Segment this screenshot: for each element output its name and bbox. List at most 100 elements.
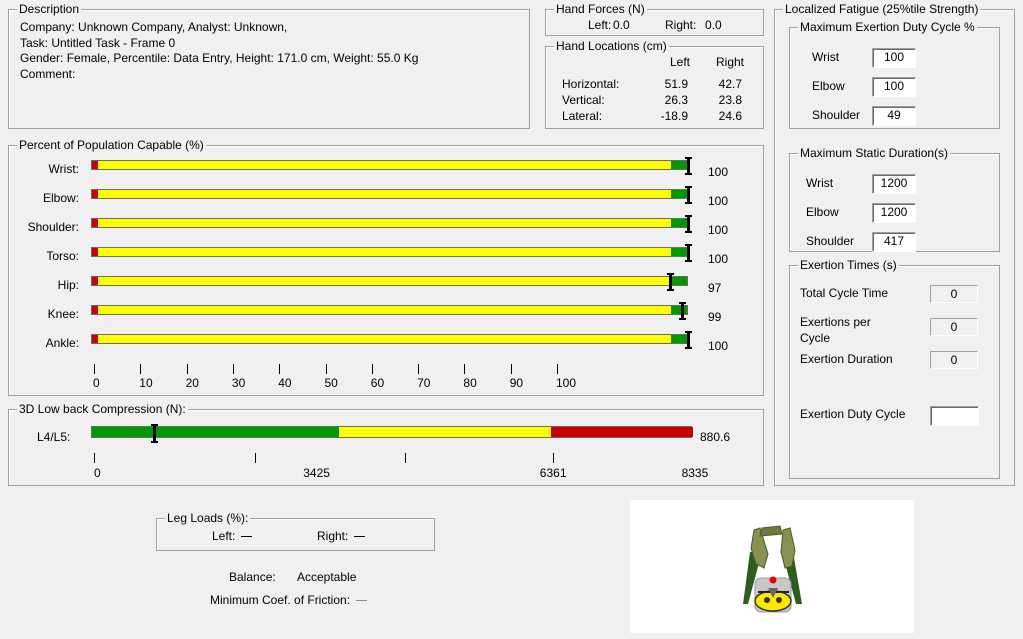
population-group: Percent of Population Capable (%) Wrist:… [8, 138, 764, 396]
population-axis-tick-40 [279, 364, 281, 374]
duty-cycle-group: Maximum Exertion Duty Cycle % Wrist 100 El… [789, 20, 1000, 129]
population-hip-marker [667, 273, 675, 291]
population-wrist-label: Wrist: [48, 162, 79, 176]
compression-axis-tick-1 [254, 453, 256, 463]
population-torso-marker [685, 244, 692, 262]
static-duration-wrist-field[interactable]: 1200 [872, 174, 916, 194]
static-duration-group: Maximum Static Duration(s) Wrist 1200 Elbo… [789, 146, 1000, 252]
static-duration-elbow-field[interactable]: 1200 [872, 203, 916, 223]
leg-load-left-text: Left: [212, 529, 236, 543]
static-duration-shoulder-field[interactable]: 417 [872, 232, 916, 252]
population-ankle-bar [91, 331, 692, 349]
population-axis-tick-70 [418, 364, 420, 374]
hand-location-vertical-left: 26.3 [664, 93, 688, 107]
population-shoulder-marker [685, 215, 692, 233]
population-wrist-marker [685, 157, 692, 175]
duty-cycle-shoulder-field[interactable]: 49 [872, 106, 916, 126]
static-duration-legend: Maximum Static Duration(s) [798, 146, 951, 160]
hand-locations-col-right: Right [715, 55, 744, 69]
duty-cycle-elbow-field[interactable]: 100 [872, 77, 916, 97]
population-knee-marker [679, 302, 687, 320]
population-axis-tick-50 [325, 364, 327, 374]
compression-axis-label-6361: 6361 [539, 466, 567, 480]
description-line-task: Task: Untitled Task - Frame 0 [20, 36, 176, 50]
population-axis-label-50: 50 [324, 376, 338, 390]
population-ankle-value: 100 [708, 339, 729, 353]
hand-forces-legend: Hand Forces (N) [554, 2, 647, 16]
friction-label: Minimum Coef. of Friction: [210, 593, 368, 607]
population-shoulder-bar [91, 215, 692, 233]
population-axis-label-40: 40 [278, 376, 292, 390]
compression-zone-green [92, 427, 339, 437]
population-elbow-zone-green [671, 190, 687, 198]
compression-zone-red [550, 427, 693, 437]
total-cycle-time-field: 0 [930, 285, 978, 303]
population-torso-label: Torso: [46, 249, 79, 263]
hand-locations-legend: Hand Locations (cm) [554, 39, 669, 53]
population-elbow-label: Elbow: [42, 191, 79, 205]
population-hip-zone-yellow [97, 277, 672, 285]
population-wrist-value: 100 [708, 165, 729, 179]
hand-location-lateral-right: 24.6 [718, 109, 742, 123]
compression-zone-yellow [338, 427, 551, 437]
static-duration-wrist-label: Wrist [806, 176, 834, 190]
exertions-per-cycle-field: 0 [930, 318, 978, 336]
fatigue-group: Localized Fatigue (25%tile Strength) Max… [774, 2, 1015, 486]
description-line-comment: Comment: [20, 67, 76, 81]
hand-location-vertical-label: Vertical: [562, 93, 605, 107]
population-torso-zone-yellow [97, 248, 672, 256]
compression-value: 880.6 [700, 430, 731, 444]
population-elbow-marker [685, 186, 692, 204]
population-axis-tick-80 [464, 364, 466, 374]
balance-diagram-panel [630, 500, 914, 633]
leg-load-left-label: Left: [212, 529, 253, 543]
population-axis-label-90: 90 [509, 376, 524, 390]
exertion-duty-cycle-input[interactable] [930, 406, 979, 426]
leg-load-left-empty [241, 536, 253, 538]
duty-cycle-wrist-label: Wrist [812, 50, 840, 64]
exertion-duty-cycle-label: Exertion Duty Cycle [800, 407, 906, 421]
compression-legend: 3D Low back Compression (N): [17, 402, 188, 416]
population-axis-label-10: 10 [139, 376, 153, 390]
population-torso-bar [91, 244, 692, 262]
population-axis-tick-100 [557, 364, 558, 374]
static-duration-shoulder-label: Shoulder [806, 234, 855, 248]
description-line-company: Company: Unknown Company, Analyst: Unkno… [20, 20, 288, 34]
population-hip-zone-green [671, 277, 687, 285]
duty-cycle-wrist-field[interactable]: 100 [872, 48, 916, 68]
exertions-per-cycle-label-1: Exertions per [800, 315, 871, 329]
friction-label-text: Minimum Coef. of Friction: [210, 593, 351, 607]
population-axis-tick-0 [94, 364, 95, 374]
population-axis-tick-60 [371, 364, 373, 374]
compression-axis-label-0: 0 [94, 466, 101, 480]
compression-axis-label-8335: 8335 [681, 466, 709, 480]
hand-location-lateral-label: Lateral: [562, 109, 603, 123]
exertion-duration-field: 0 [930, 351, 978, 369]
leg-load-right-text: Right: [317, 529, 349, 543]
hand-location-horizontal-right: 42.7 [718, 77, 742, 91]
hand-location-horizontal-label: Horizontal: [562, 77, 620, 91]
compression-axis-tick-3 [552, 453, 554, 463]
population-elbow-bar [91, 186, 692, 204]
population-shoulder-value: 100 [708, 223, 729, 237]
friction-value-empty [356, 600, 368, 602]
duty-cycle-shoulder-label: Shoulder [812, 108, 861, 122]
leg-loads-legend: Leg Loads (%): [165, 511, 251, 525]
population-wrist-zone-green [671, 161, 687, 169]
population-knee-label: Knee: [47, 307, 79, 321]
population-wrist-zone-yellow [97, 161, 672, 169]
hand-location-horizontal-left: 51.9 [664, 77, 688, 91]
hand-force-left-label: Left: [588, 18, 612, 32]
population-axis-label-70: 70 [417, 376, 431, 390]
fatigue-legend: Localized Fatigue (25%tile Strength) [783, 2, 981, 16]
population-axis-label-100: 100 [556, 376, 577, 390]
population-legend: Percent of Population Capable (%) [17, 138, 206, 152]
duty-cycle-elbow-label: Elbow [812, 79, 845, 93]
total-cycle-time-label: Total Cycle Time [800, 286, 889, 300]
exertions-per-cycle-label-2: Cycle [800, 331, 831, 345]
population-knee-zone-green [671, 306, 687, 314]
population-hip-value: 97 [708, 281, 722, 295]
exertion-times-legend: Exertion Times (s) [798, 258, 899, 272]
population-axis-label-20: 20 [185, 376, 199, 390]
description-legend: Description [17, 2, 82, 16]
